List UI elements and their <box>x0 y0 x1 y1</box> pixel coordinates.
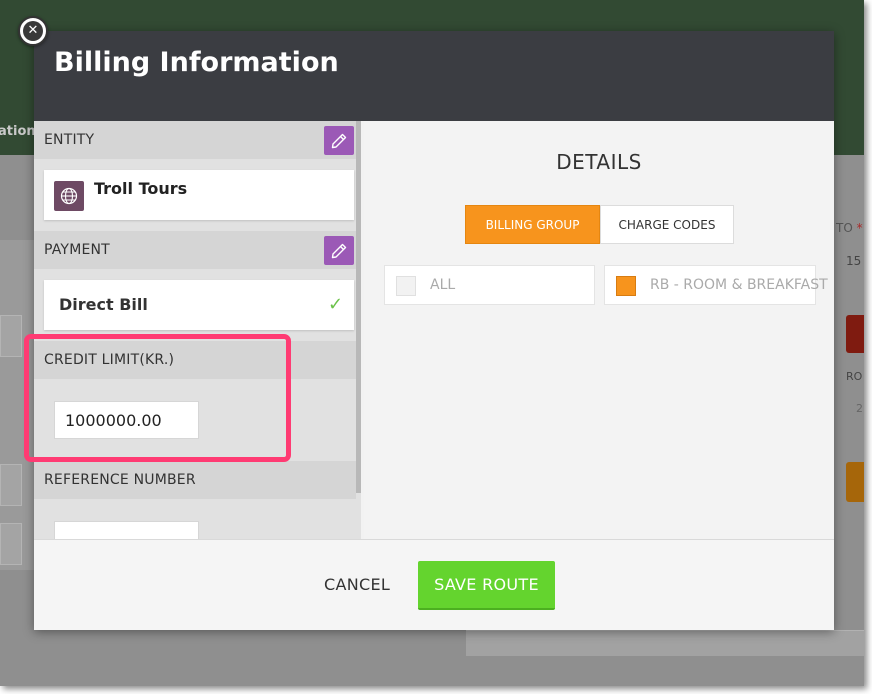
billing-group-option-room-breakfast[interactable]: RB - ROOM & BREAKFAST <box>604 265 828 305</box>
reference-number-input[interactable] <box>54 521 199 539</box>
credit-limit-section-header: CREDIT LIMIT(KR.) <box>34 341 356 379</box>
modal-title: Billing Information <box>54 47 339 78</box>
left-panel-scrollbar[interactable] <box>356 121 361 493</box>
credit-limit-input[interactable]: 1000000.00 <box>54 401 199 439</box>
screenshot-frame: ations TO * 15 RO 2 Billing Information … <box>0 0 864 686</box>
reference-number-section-header: REFERENCE NUMBER <box>34 461 356 499</box>
close-modal-button[interactable]: ✕ <box>18 16 48 46</box>
payment-method-card[interactable]: Direct Bill ✓ <box>44 280 354 330</box>
edit-entity-button[interactable] <box>324 126 354 155</box>
save-route-button[interactable]: SAVE ROUTE <box>418 561 555 610</box>
modal-footer: CANCEL SAVE ROUTE <box>34 539 834 630</box>
background-left-panel <box>0 240 34 570</box>
modal-header: Billing Information <box>34 31 834 121</box>
billing-group-option-all[interactable]: ALL <box>384 265 595 305</box>
payment-method-name: Direct Bill <box>59 295 148 314</box>
entity-name: Troll Tours <box>94 179 188 198</box>
background-field-label: RO <box>846 370 863 383</box>
payment-label: PAYMENT <box>44 242 110 258</box>
background-label: TO * <box>836 221 863 235</box>
background-orange-button <box>846 462 864 502</box>
background-bottom-bar <box>466 630 864 656</box>
background-field <box>0 523 22 565</box>
entity-label: ENTITY <box>44 132 95 148</box>
edit-payment-button[interactable] <box>324 236 354 265</box>
billing-information-modal: Billing Information ENTITY Troll Tours P… <box>34 31 834 630</box>
checkmark-icon: ✓ <box>328 294 344 315</box>
background-red-button <box>846 315 864 353</box>
entity-section-header: ENTITY <box>34 121 356 159</box>
billing-left-panel[interactable]: ENTITY Troll Tours PAYMENT Direct Bill ✓… <box>34 121 361 539</box>
reference-number-label: REFERENCE NUMBER <box>44 472 196 488</box>
option-label-all: ALL <box>430 277 456 293</box>
tab-billing-group[interactable]: BILLING GROUP <box>465 205 600 244</box>
details-title: DETAILS <box>556 150 642 174</box>
globe-icon <box>54 181 84 211</box>
background-field <box>0 464 22 506</box>
background-value: 15 <box>846 254 862 268</box>
payment-section-header: PAYMENT <box>34 231 356 269</box>
entity-card[interactable]: Troll Tours <box>44 170 354 220</box>
option-label-room-breakfast: RB - ROOM & BREAKFAST <box>650 277 828 293</box>
tab-charge-codes[interactable]: CHARGE CODES <box>600 205 734 244</box>
pencil-icon <box>331 133 347 148</box>
background-field <box>0 315 22 357</box>
cancel-button[interactable]: CANCEL <box>324 575 390 594</box>
background-field-value: 2 <box>856 402 863 415</box>
close-icon: ✕ <box>23 21 43 41</box>
checkbox-all[interactable] <box>396 276 416 296</box>
details-panel: DETAILS BILLING GROUP CHARGE CODES ALL R… <box>364 121 834 539</box>
credit-limit-label: CREDIT LIMIT(KR.) <box>44 352 175 368</box>
checkbox-room-breakfast[interactable] <box>616 276 636 296</box>
pencil-icon <box>331 243 347 258</box>
